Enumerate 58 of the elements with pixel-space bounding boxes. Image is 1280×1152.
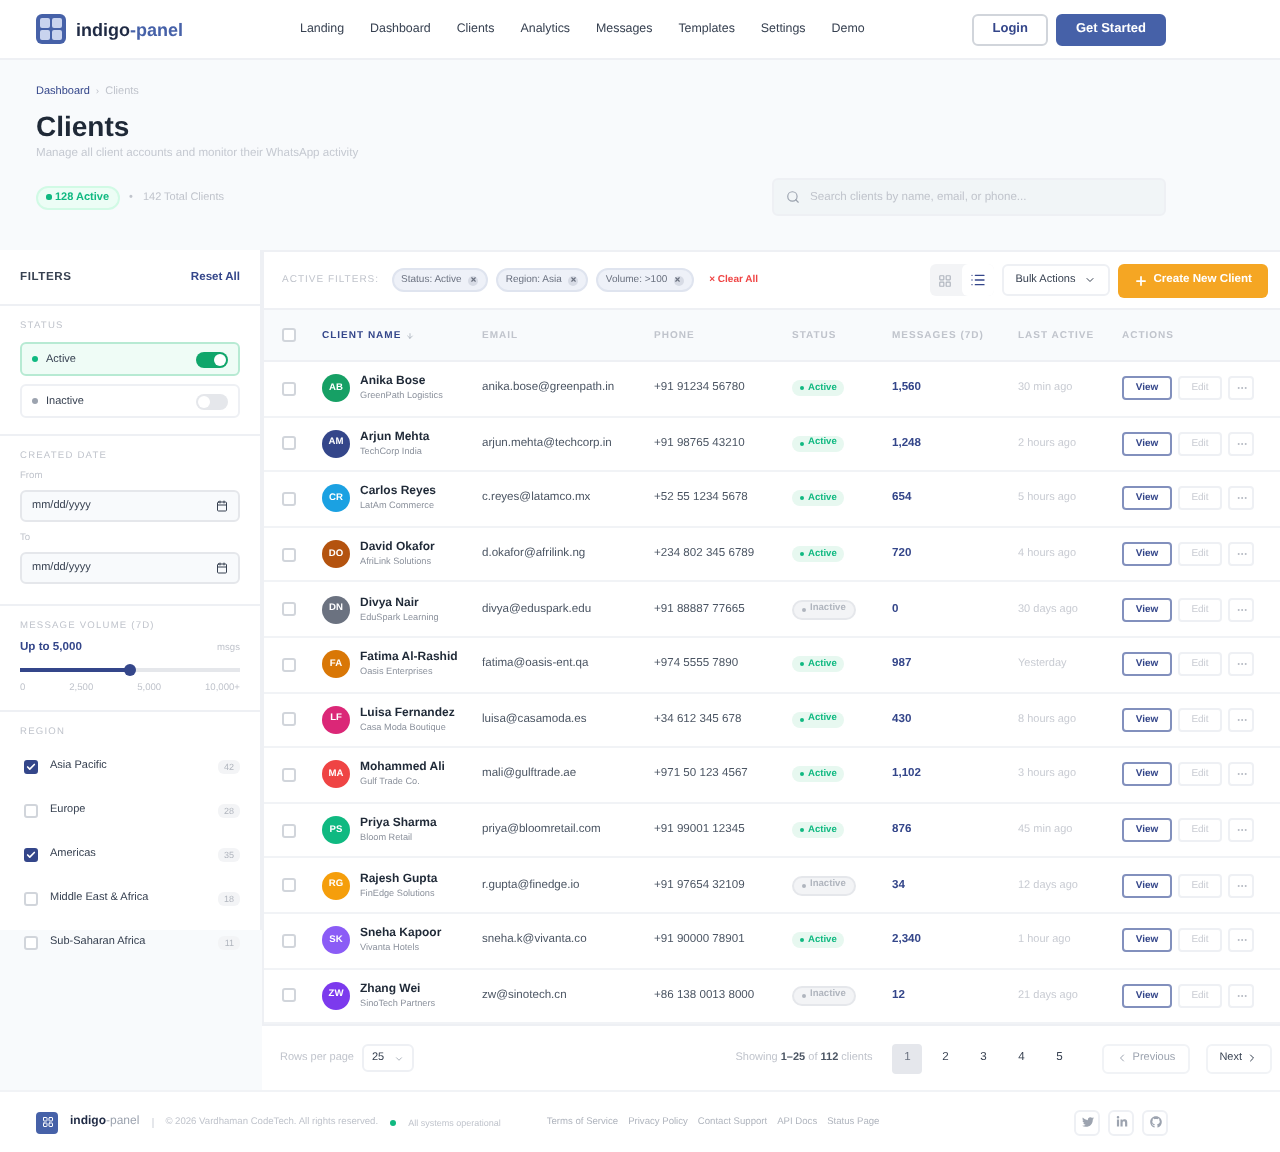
remove-chip-button[interactable] xyxy=(673,275,684,285)
close-icon xyxy=(569,276,577,284)
remove-chip-button[interactable] xyxy=(467,275,478,285)
more-button[interactable] xyxy=(1228,818,1254,843)
more-button[interactable] xyxy=(1228,542,1254,567)
row-checkbox[interactable] xyxy=(282,602,296,617)
plus-icon xyxy=(1133,273,1148,287)
list-icon xyxy=(969,272,986,288)
more-button[interactable] xyxy=(1228,873,1254,898)
row-checkbox[interactable] xyxy=(282,878,296,893)
linkedin-icon xyxy=(1115,1116,1127,1128)
close-icon xyxy=(674,276,682,284)
status-indicator xyxy=(390,1119,397,1125)
remove-chip-button[interactable] xyxy=(567,275,578,285)
more-button[interactable] xyxy=(1228,376,1254,401)
row-checkbox[interactable] xyxy=(282,933,296,948)
chevron-down-icon xyxy=(1083,274,1096,286)
more-button[interactable] xyxy=(1228,707,1254,732)
row-checkbox[interactable] xyxy=(282,712,296,727)
github-icon xyxy=(1149,1116,1161,1128)
page-title: Clients xyxy=(36,110,132,142)
more-button[interactable] xyxy=(1228,431,1254,456)
logo-icon xyxy=(36,1111,58,1133)
toggle-switch[interactable] xyxy=(196,351,228,367)
row-checkbox[interactable] xyxy=(282,823,296,838)
chevron-right-icon xyxy=(1246,1052,1258,1065)
row-checkbox[interactable] xyxy=(282,491,296,506)
chevron-down-icon xyxy=(394,1053,405,1064)
checkbox[interactable] xyxy=(24,847,38,861)
row-checkbox[interactable] xyxy=(282,547,296,562)
check-icon xyxy=(26,761,36,771)
row-checkbox[interactable] xyxy=(282,381,296,396)
grid-icon xyxy=(938,273,953,287)
more-button[interactable] xyxy=(1228,983,1254,1008)
check-icon xyxy=(26,849,36,859)
calendar-icon xyxy=(216,500,228,512)
close-icon xyxy=(469,276,477,284)
checkbox[interactable] xyxy=(24,759,38,773)
brand-name: indigo-panel xyxy=(76,19,184,39)
social-button[interactable] xyxy=(1142,1109,1168,1135)
more-button[interactable] xyxy=(1228,652,1254,677)
row-checkbox[interactable] xyxy=(282,436,296,451)
row-checkbox[interactable] xyxy=(282,988,296,1003)
logo-icon xyxy=(36,14,66,44)
more-button[interactable] xyxy=(1228,762,1254,787)
search-icon xyxy=(786,190,800,204)
toggle-switch[interactable] xyxy=(196,393,228,409)
select-all-checkbox[interactable] xyxy=(282,328,296,342)
bird-icon xyxy=(1081,1116,1093,1128)
chevron-left-icon xyxy=(1116,1052,1129,1065)
row-checkbox[interactable] xyxy=(282,657,296,672)
more-button[interactable] xyxy=(1228,928,1254,953)
more-button[interactable] xyxy=(1228,486,1254,511)
row-checkbox[interactable] xyxy=(282,767,296,782)
social-button[interactable] xyxy=(1108,1109,1134,1135)
calendar-icon xyxy=(216,562,228,574)
social-button[interactable] xyxy=(1074,1109,1100,1135)
more-button[interactable] xyxy=(1228,597,1254,622)
